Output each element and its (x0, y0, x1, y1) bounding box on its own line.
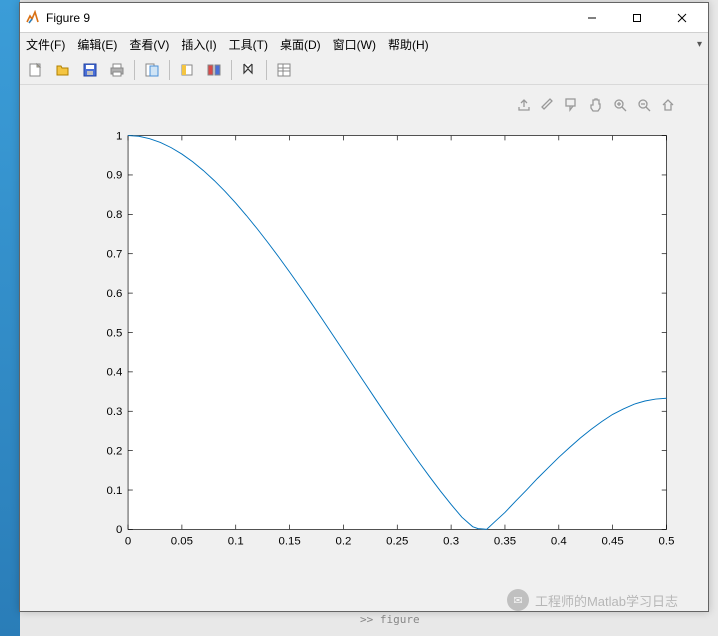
svg-text:0.05: 0.05 (171, 536, 193, 548)
svg-text:0.1: 0.1 (106, 485, 122, 497)
svg-text:0.6: 0.6 (106, 288, 122, 300)
svg-text:0.2: 0.2 (106, 445, 122, 457)
svg-text:0: 0 (125, 536, 131, 548)
pan-icon[interactable] (586, 95, 606, 115)
svg-text:0.3: 0.3 (443, 536, 459, 548)
matlab-logo-icon (24, 10, 40, 26)
export-icon[interactable] (514, 95, 534, 115)
property-inspector-button[interactable] (272, 58, 296, 82)
svg-text:1: 1 (116, 130, 122, 142)
zoom-in-icon[interactable] (610, 95, 630, 115)
watermark: ✉ 工程师的Matlab学习日志 (507, 589, 678, 611)
svg-text:0.8: 0.8 (106, 209, 122, 221)
axes[interactable]: 0 0.05 0.1 0.15 0.2 0.25 0.3 0.35 0.4 0.45 0.5 0 0.1… (90, 115, 676, 569)
svg-text:0.4: 0.4 (106, 367, 123, 379)
background-code-snippet: >> figure (360, 613, 420, 626)
toolbar-separator (134, 60, 135, 80)
close-button[interactable] (659, 4, 704, 32)
maximize-button[interactable] (614, 4, 659, 32)
svg-text:0.5: 0.5 (659, 536, 675, 548)
svg-text:0.3: 0.3 (106, 406, 122, 418)
menu-tools[interactable]: 工具(T) (229, 36, 268, 53)
zoom-out-icon[interactable] (634, 95, 654, 115)
plot-svg: 0 0.05 0.1 0.15 0.2 0.25 0.3 0.35 0.4 0.45 0.5 0 0.1… (90, 115, 676, 569)
menu-edit[interactable]: 编辑(E) (77, 36, 117, 53)
datatip-icon[interactable] (562, 95, 582, 115)
wechat-icon: ✉ (507, 589, 529, 611)
save-button[interactable] (78, 58, 102, 82)
titlebar[interactable]: Figure 9 (20, 3, 708, 33)
watermark-text: 工程师的Matlab学习日志 (535, 591, 678, 610)
menu-file[interactable]: 文件(F) (26, 36, 65, 53)
axes-toolbar (514, 95, 678, 115)
toolbar-separator (169, 60, 170, 80)
svg-text:0.1: 0.1 (228, 536, 244, 548)
menu-desktop[interactable]: 桌面(D) (280, 36, 321, 53)
svg-text:0.45: 0.45 (602, 536, 624, 548)
svg-text:0.5: 0.5 (106, 327, 122, 339)
open-button[interactable] (51, 58, 75, 82)
menu-window[interactable]: 窗口(W) (333, 36, 376, 53)
edit-plot-button[interactable] (237, 58, 261, 82)
toolbar (20, 55, 708, 85)
menubar: 文件(F) 编辑(E) 查看(V) 插入(I) 工具(T) 桌面(D) 窗口(W… (20, 33, 708, 55)
new-figure-button[interactable] (24, 58, 48, 82)
menubar-overflow-icon[interactable]: ▾ (697, 39, 702, 50)
figure-area: 0 0.05 0.1 0.15 0.2 0.25 0.3 0.35 0.4 0.45 0.5 0 0.1… (20, 85, 708, 611)
menu-insert[interactable]: 插入(I) (181, 36, 216, 53)
menu-view[interactable]: 查看(V) (129, 36, 169, 53)
svg-text:0: 0 (116, 524, 122, 536)
background-editor-strip (0, 0, 20, 636)
insert-colorbar-button[interactable] (202, 58, 226, 82)
toolbar-separator (266, 60, 267, 80)
svg-text:0.35: 0.35 (494, 536, 516, 548)
print-button[interactable] (105, 58, 129, 82)
figure-window: Figure 9 文件(F) 编辑(E) 查看(V) 插入(I) 工具(T) 桌… (19, 2, 709, 612)
svg-text:0.9: 0.9 (106, 170, 122, 182)
svg-text:0.2: 0.2 (335, 536, 351, 548)
svg-text:0.4: 0.4 (551, 536, 568, 548)
svg-text:0.15: 0.15 (278, 536, 300, 548)
print-preview-button[interactable] (140, 58, 164, 82)
svg-text:0.7: 0.7 (106, 249, 122, 261)
svg-text:0.25: 0.25 (386, 536, 408, 548)
brush-icon[interactable] (538, 95, 558, 115)
link-plot-button[interactable] (175, 58, 199, 82)
home-icon[interactable] (658, 95, 678, 115)
window-title: Figure 9 (46, 11, 569, 25)
menu-help[interactable]: 帮助(H) (388, 36, 429, 53)
toolbar-separator (231, 60, 232, 80)
minimize-button[interactable] (569, 4, 614, 32)
